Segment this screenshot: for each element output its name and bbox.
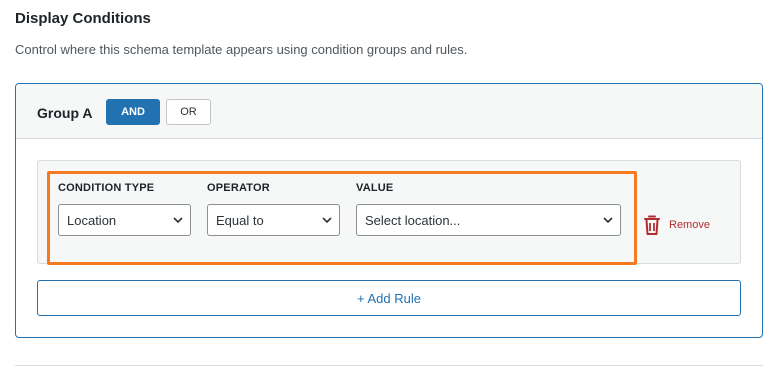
condition-type-value: Location — [67, 212, 117, 228]
logic-and-button[interactable]: AND — [106, 99, 160, 125]
value-select[interactable]: Select location... — [356, 204, 621, 236]
operator-value: Equal to — [216, 212, 264, 228]
condition-type-select[interactable]: Location — [58, 204, 191, 236]
value-placeholder: Select location... — [365, 212, 461, 228]
rule-row: CONDITION TYPE Location OPERATOR Equal t… — [37, 160, 741, 265]
operator-label: OPERATOR — [207, 182, 270, 194]
remove-rule-button[interactable]: Remove — [642, 214, 710, 236]
add-rule-button[interactable]: + Add Rule — [37, 280, 741, 316]
group-header: Group A AND OR — [16, 84, 762, 139]
remove-rule-label: Remove — [669, 219, 710, 231]
condition-type-label: CONDITION TYPE — [58, 182, 155, 194]
chevron-down-icon — [603, 217, 613, 224]
section-title: Display Conditions — [15, 10, 151, 27]
group-label: Group A — [37, 105, 93, 121]
logic-or-button[interactable]: OR — [166, 99, 211, 125]
condition-group-card: Group A AND OR CONDITION TYPE Location O… — [15, 83, 763, 338]
chevron-down-icon — [173, 217, 183, 224]
section-description: Control where this schema template appea… — [15, 42, 468, 57]
trash-icon — [644, 215, 660, 235]
value-label: VALUE — [356, 182, 394, 194]
chevron-down-icon — [322, 217, 332, 224]
operator-select[interactable]: Equal to — [207, 204, 340, 236]
section-divider — [15, 365, 763, 366]
